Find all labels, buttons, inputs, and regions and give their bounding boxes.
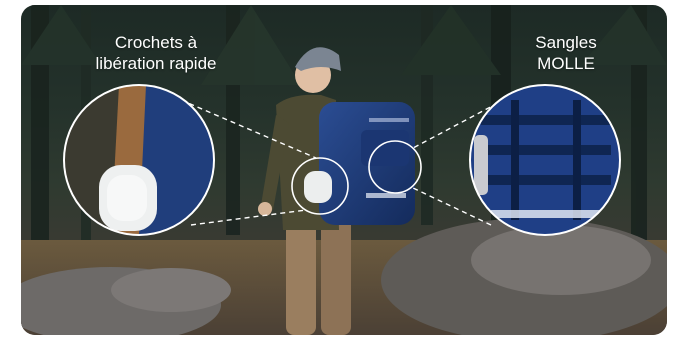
callout-hooks: Crochets à libération rapide bbox=[61, 32, 251, 74]
callout-molle-line2: MOLLE bbox=[537, 54, 595, 73]
callout-molle: Sangles MOLLE bbox=[491, 32, 641, 74]
product-photo: Crochets à libération rapide Sangles MOL… bbox=[21, 5, 667, 335]
callout-molle-line1: Sangles bbox=[535, 33, 597, 52]
callout-hooks-line2: libération rapide bbox=[95, 54, 217, 73]
callout-hooks-line1: Crochets à bbox=[114, 33, 198, 52]
